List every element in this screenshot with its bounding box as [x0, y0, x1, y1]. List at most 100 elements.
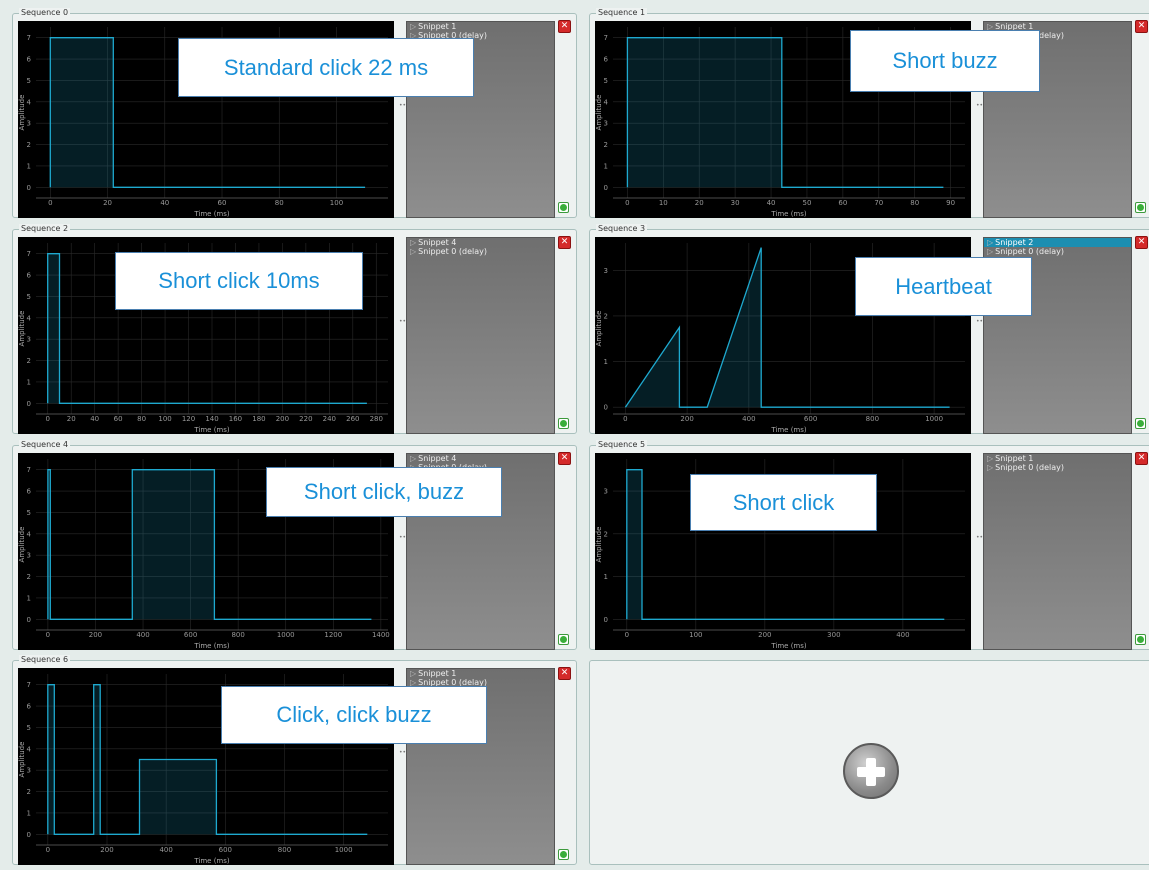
snippet-item[interactable]: ▷ Snippet 1 [407, 669, 554, 678]
y-tick-label: 1 [604, 358, 608, 366]
snippet-item[interactable]: ▷Snippet 0 (delay) [984, 247, 1131, 256]
y-tick-label: 1 [27, 162, 31, 170]
x-tick-label: 800 [231, 631, 244, 639]
close-icon[interactable]: ✕ [1135, 236, 1148, 249]
y-tick-label: 2 [27, 141, 31, 149]
y-tick-label: 3 [27, 552, 31, 560]
y-tick-label: 5 [604, 77, 608, 85]
x-tick-label: 40 [90, 415, 99, 423]
resize-handle[interactable]: •••• [976, 319, 990, 325]
y-tick-label: 0 [27, 400, 31, 408]
x-tick-label: 1000 [925, 415, 943, 423]
expand-arrow-icon: ▷ [410, 454, 417, 463]
x-tick-label: 1000 [277, 631, 295, 639]
y-tick-label: 3 [604, 267, 608, 275]
expand-arrow-icon: ▷ [410, 669, 417, 678]
x-tick-label: 0 [45, 415, 49, 423]
y-tick-label: 5 [27, 509, 31, 517]
snippet-list[interactable]: ▷Snippet 4▷Snippet 0 (delay) [406, 237, 555, 434]
play-icon[interactable] [1135, 418, 1146, 429]
resize-handle[interactable]: •••• [399, 319, 413, 325]
x-tick-label: 0 [46, 846, 50, 854]
close-icon[interactable]: ✕ [558, 667, 571, 680]
x-tick-label: 280 [370, 415, 383, 423]
resize-handle[interactable]: •••• [399, 103, 413, 109]
y-tick-label: 3 [27, 120, 31, 128]
y-tick-label: 6 [27, 56, 32, 64]
x-tick-label: 0 [625, 631, 629, 639]
sequence-title: Sequence 6 [19, 655, 71, 665]
play-icon[interactable] [1135, 634, 1146, 645]
add-sequence-panel [589, 660, 1149, 865]
x-tick-label: 400 [896, 631, 909, 639]
resize-handle[interactable]: •••• [399, 750, 413, 756]
expand-arrow-icon: ▷ [410, 22, 417, 31]
close-icon[interactable]: ✕ [558, 20, 571, 33]
x-tick-label: 30 [731, 199, 740, 207]
play-icon[interactable] [558, 849, 569, 860]
close-icon[interactable]: ✕ [1135, 20, 1148, 33]
resize-handle[interactable]: •••• [976, 103, 990, 109]
y-tick-label: 7 [27, 250, 31, 258]
y-tick-label: 2 [604, 141, 608, 149]
x-tick-label: 50 [802, 199, 811, 207]
y-tick-label: 2 [604, 312, 608, 320]
y-tick-label: 1 [604, 162, 608, 170]
snippet-item[interactable]: ▷ Snippet 4 [407, 454, 554, 463]
x-tick-label: 800 [866, 415, 879, 423]
sequence-title: Sequence 5 [596, 440, 648, 450]
snippet-item[interactable]: ▷Snippet 0 (delay) [984, 463, 1131, 472]
close-icon[interactable]: ✕ [558, 236, 571, 249]
sequence-title: Sequence 4 [19, 440, 71, 450]
x-tick-label: 20 [695, 199, 704, 207]
x-axis-label: Time (ms) [193, 857, 230, 865]
x-tick-label: 260 [346, 415, 359, 423]
y-tick-label: 7 [27, 34, 31, 42]
x-tick-label: 600 [804, 415, 817, 423]
snippet-list[interactable]: ▷Snippet 1▷Snippet 0 (delay) [983, 453, 1132, 650]
x-tick-label: 60 [838, 199, 847, 207]
snippet-item[interactable]: ▷ Snippet 4 [407, 238, 554, 247]
snippet-item[interactable]: ▷ Snippet 1 [984, 454, 1131, 463]
expand-arrow-icon: ▷ [410, 238, 417, 247]
expand-arrow-icon: ▷ [987, 463, 994, 472]
snippet-item[interactable]: ▷ Snippet 1 [407, 22, 554, 31]
snippet-item[interactable]: ▷ Snippet 2 [984, 238, 1131, 247]
x-tick-label: 20 [103, 199, 112, 207]
sequence-title: Sequence 2 [19, 224, 71, 234]
annotation-callout: Standard click 22 ms [178, 38, 474, 97]
play-icon[interactable] [558, 634, 569, 645]
y-tick-label: 1 [27, 594, 31, 602]
y-axis-label: Amplitude [18, 311, 26, 347]
x-tick-label: 0 [46, 631, 50, 639]
y-tick-label: 7 [27, 466, 31, 474]
annotation-callout: Click, click buzz [221, 686, 487, 744]
x-axis-label: Time (ms) [770, 426, 807, 434]
snippet-label: Snippet 1 [418, 669, 457, 678]
add-sequence-icon[interactable] [843, 743, 899, 799]
snippet-item[interactable]: ▷Snippet 0 (delay) [407, 247, 554, 256]
close-icon[interactable]: ✕ [1135, 452, 1148, 465]
x-axis-label: Time (ms) [193, 426, 230, 434]
close-icon[interactable]: ✕ [558, 452, 571, 465]
x-tick-label: 140 [205, 415, 218, 423]
y-tick-label: 2 [27, 788, 31, 796]
x-tick-label: 100 [158, 415, 171, 423]
expand-arrow-icon: ▷ [987, 238, 994, 247]
play-icon[interactable] [558, 418, 569, 429]
play-icon[interactable] [558, 202, 569, 213]
x-tick-label: 20 [67, 415, 76, 423]
resize-handle[interactable]: •••• [399, 535, 413, 541]
expand-arrow-icon: ▷ [987, 454, 994, 463]
snippet-label: Snippet 4 [418, 238, 457, 247]
y-tick-label: 5 [27, 77, 31, 85]
x-axis-label: Time (ms) [193, 210, 230, 218]
x-tick-label: 200 [89, 631, 102, 639]
resize-handle[interactable]: •••• [976, 535, 990, 541]
play-icon[interactable] [1135, 202, 1146, 213]
y-tick-label: 3 [27, 767, 31, 775]
x-tick-label: 90 [946, 199, 955, 207]
y-axis-label: Amplitude [18, 527, 26, 563]
y-tick-label: 5 [27, 293, 31, 301]
sequence-title: Sequence 3 [596, 224, 648, 234]
